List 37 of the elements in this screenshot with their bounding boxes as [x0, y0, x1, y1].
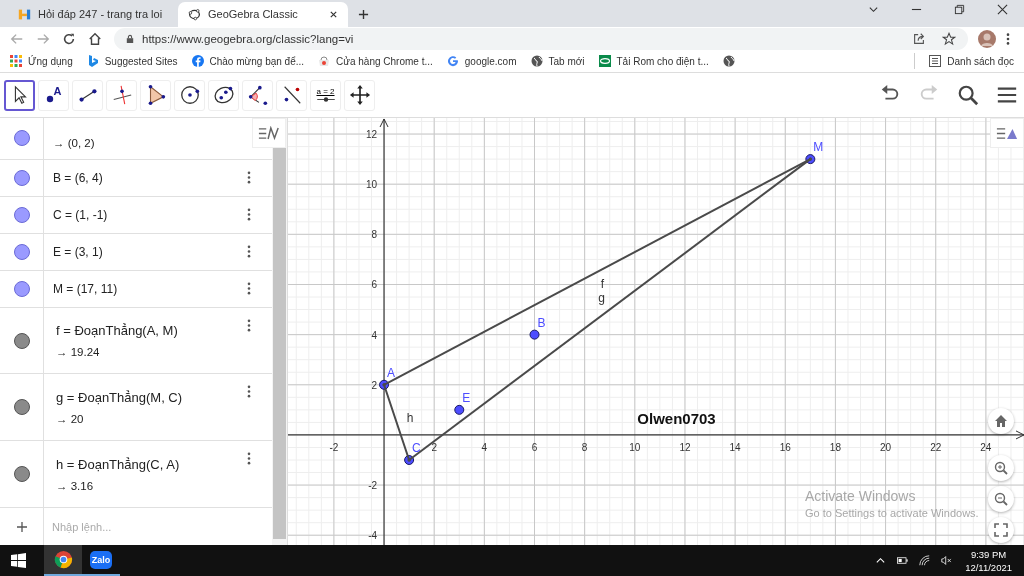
tick-label: 8 [581, 441, 588, 453]
tick-label: 12 [365, 129, 378, 141]
tick-label: 12 [679, 441, 691, 453]
tick-label: 8 [371, 229, 378, 241]
algebra-value: → 19.24 [56, 346, 101, 358]
tick-label: 14 [729, 441, 741, 453]
segment-label: f [600, 277, 605, 292]
segment-label: g [598, 291, 605, 306]
tick-label: 6 [531, 441, 538, 453]
point-label: A [387, 365, 396, 380]
tick-label: 10 [629, 441, 641, 453]
segment-label: h [406, 410, 414, 425]
tick-label: 22 [930, 441, 942, 453]
tick-label: 24 [980, 441, 992, 453]
activation-title: Activate Windows [805, 488, 917, 504]
tick-label: -4 [368, 530, 378, 542]
url-text: https://www.geogebra.org/classic?lang=vi [142, 32, 354, 45]
tick-label: 18 [829, 441, 841, 453]
algebra-value: → 3.16 [56, 479, 95, 492]
tick-label: 20 [880, 441, 892, 453]
tick-label: 6 [371, 279, 378, 291]
point-label: C [412, 441, 421, 455]
tick-label: 2 [431, 441, 437, 453]
tick-label: 2 [371, 379, 378, 391]
point-label: M [813, 140, 824, 155]
tick-label: 10 [365, 179, 378, 191]
point-label: E [462, 390, 471, 405]
point-label: B [537, 315, 546, 330]
tick-label: -2 [329, 441, 339, 453]
algebra-value: → 20 [56, 412, 85, 425]
activation-message: Go to Settings to activate Windows. [805, 507, 979, 519]
algebra-value: → (0, 2) [53, 136, 96, 149]
tick-label: 4 [481, 441, 488, 453]
tick-label: 16 [779, 441, 791, 453]
graph-text: Olwen0703 [637, 409, 716, 427]
tick-label: 4 [371, 329, 378, 341]
tick-label: -2 [368, 480, 378, 492]
